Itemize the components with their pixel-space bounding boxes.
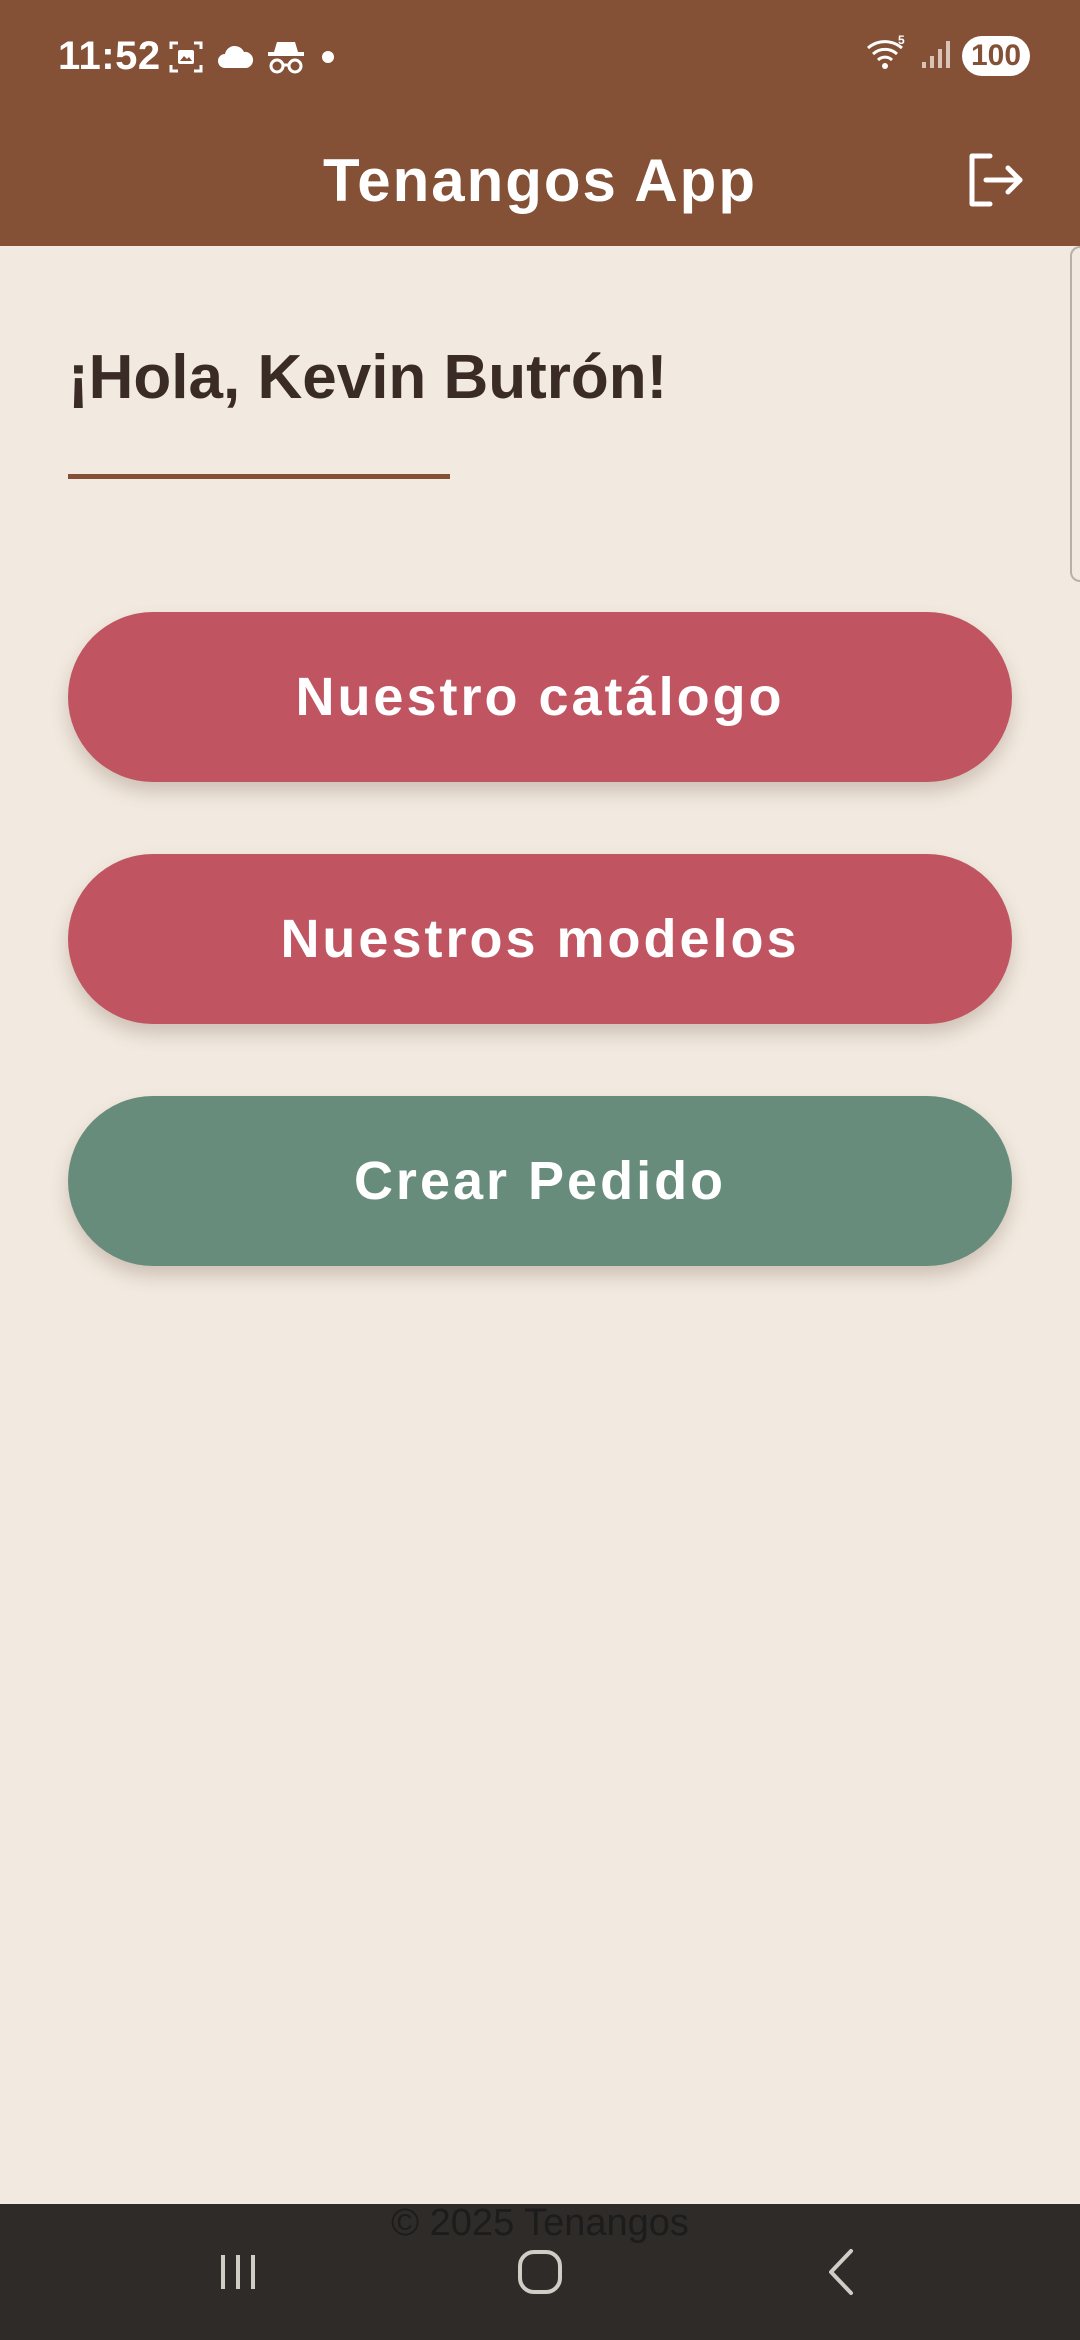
cloud-icon bbox=[216, 42, 254, 72]
recents-icon bbox=[221, 2255, 255, 2289]
battery-icon: 100 bbox=[962, 35, 1030, 76]
create-order-button[interactable]: Crear Pedido bbox=[68, 1096, 1012, 1266]
screenshot-icon bbox=[168, 39, 204, 75]
incognito-icon bbox=[266, 38, 306, 76]
wifi-icon: 5 bbox=[864, 33, 910, 77]
models-button[interactable]: Nuestros modelos bbox=[68, 854, 1012, 1024]
main-content: ¡Hola, Kevin Butrón! Nuestro catálogo Nu… bbox=[0, 246, 1080, 2204]
signal-icon bbox=[920, 36, 952, 75]
greeting-divider bbox=[68, 474, 450, 479]
svg-text:5: 5 bbox=[898, 34, 905, 47]
catalog-button[interactable]: Nuestro catálogo bbox=[68, 612, 1012, 782]
home-icon bbox=[518, 2250, 562, 2294]
status-time: 11:52 bbox=[58, 34, 161, 78]
logout-icon bbox=[969, 153, 1023, 207]
back-icon bbox=[829, 2249, 853, 2295]
status-icons-left bbox=[168, 38, 338, 76]
footer-copyright: © 2025 Tenangos bbox=[391, 2202, 689, 2244]
app-bar: Tenangos App bbox=[0, 116, 1080, 246]
edge-panel-handle[interactable] bbox=[1070, 246, 1080, 582]
status-icons-right: 5 100 bbox=[864, 33, 1030, 77]
status-bar: 11:52 5 100 bbox=[0, 0, 1080, 116]
notification-dot-icon bbox=[318, 47, 338, 67]
logout-button[interactable] bbox=[948, 132, 1044, 228]
greeting-title: ¡Hola, Kevin Butrón! bbox=[68, 343, 668, 412]
app-title: Tenangos App bbox=[323, 147, 757, 214]
